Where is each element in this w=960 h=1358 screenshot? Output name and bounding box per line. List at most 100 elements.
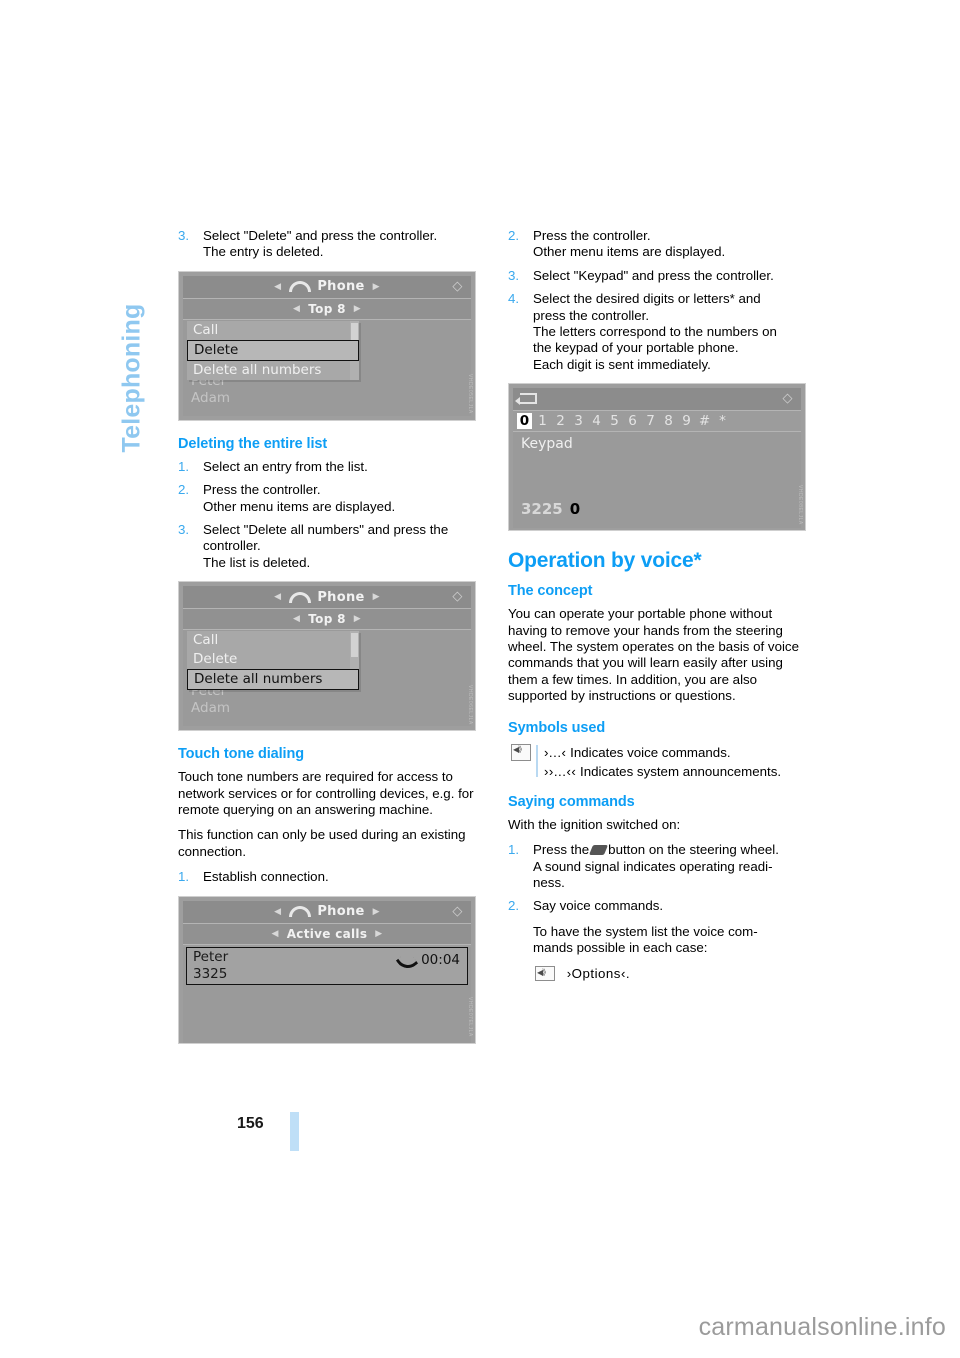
step-text: Establish connection. bbox=[203, 869, 329, 885]
step-number: 1. bbox=[178, 458, 190, 474]
keypad-key: 8 bbox=[664, 413, 673, 430]
saying-commands-steps: 1. Press the button on the steering wheel… bbox=[508, 842, 806, 915]
step-text: Other menu items are displayed. bbox=[533, 244, 726, 260]
step-text: A sound signal indicates operating readi… bbox=[533, 858, 773, 874]
menu-item-delete-all: Delete all numbers bbox=[193, 361, 322, 378]
heading-the-concept: The concept bbox=[508, 583, 593, 600]
step-text: mands possible in each case: bbox=[533, 940, 708, 956]
context-menu: Call Delete Delete all numbers bbox=[187, 320, 359, 380]
nav-diamond-icon: ◇ bbox=[452, 589, 463, 605]
step-number: 3. bbox=[178, 228, 190, 243]
step-text: Select "Keypad" and press the controller… bbox=[533, 267, 774, 283]
caller-name: Peter bbox=[193, 948, 229, 965]
current-digit: 0 bbox=[569, 500, 581, 519]
chapter-tab-label: Telephoning bbox=[117, 303, 146, 453]
keypad-key: # bbox=[698, 413, 711, 430]
left-arrow-icon: ◀ bbox=[274, 281, 282, 292]
touch-tone-paragraph-2: This function can only be used during an… bbox=[178, 827, 466, 859]
screenshot-title: Phone bbox=[317, 279, 365, 295]
step-text-pre: Press the bbox=[533, 842, 590, 858]
heading-deleting-entire-list: Deleting the entire list bbox=[178, 435, 328, 452]
keypad-key: * bbox=[719, 413, 726, 430]
screenshot-delete-all-menu: ◀ Phone ▶ ◇ ◀ Top 8 ▶ Peter Adam Call De… bbox=[178, 581, 476, 732]
figure-id: VHDE06ELJLA bbox=[467, 684, 473, 725]
symbol-description: Indicates voice commands. bbox=[570, 744, 731, 760]
heading-operation-by-voice: Operation by voice* bbox=[508, 549, 702, 573]
screenshot-title: Phone bbox=[317, 589, 365, 605]
figure-id: VHDE08ELJLA bbox=[797, 484, 803, 525]
context-menu: Call Delete Delete all numbers bbox=[187, 631, 359, 691]
screenshot-subtitle-bar: ◀ Active calls ▶ bbox=[183, 923, 471, 945]
page-edge-marker bbox=[290, 1112, 299, 1151]
keypad-key: 0 bbox=[517, 413, 532, 430]
step-number: 4. bbox=[508, 291, 520, 307]
delete-entry-steps: 3. Select "Delete" and press the control… bbox=[178, 228, 476, 261]
menu-item-delete: Delete bbox=[193, 651, 238, 668]
options-command-text: ›Options‹. bbox=[566, 965, 631, 981]
keypad-title: Keypad bbox=[521, 436, 573, 453]
step-text: press the controller. bbox=[533, 307, 650, 323]
voice-button-icon bbox=[589, 845, 609, 856]
symbol-mark: ›...‹ bbox=[544, 744, 567, 760]
step-text: Select an entry from the list. bbox=[203, 458, 368, 474]
figure-id: VHDE07ELJLA bbox=[467, 997, 473, 1037]
keypad-key: 9 bbox=[682, 413, 691, 430]
step-item: 4. Select the desired digits or letters*… bbox=[508, 291, 806, 373]
page-number: 156 bbox=[237, 1115, 264, 1132]
screenshot-subtitle: Active calls bbox=[286, 926, 368, 941]
options-command-row: ›Options‹. bbox=[508, 965, 806, 982]
step-text: Say voice commands. bbox=[533, 898, 664, 914]
delete-list-steps: 1. Select an entry from the list. 2. Pre… bbox=[178, 459, 476, 571]
step-text: ness. bbox=[533, 874, 565, 890]
call-handset-icon bbox=[395, 950, 419, 973]
left-arrow-icon: ◀ bbox=[293, 303, 301, 314]
right-arrow-icon: ▶ bbox=[375, 928, 383, 939]
touch-tone-paragraph-1: Touch tone numbers are required for acce… bbox=[178, 769, 474, 818]
symbol-description: Indicates system announcements. bbox=[580, 763, 782, 779]
caller-info: Peter 3325 bbox=[193, 949, 228, 983]
right-arrow-icon: ▶ bbox=[372, 906, 380, 917]
step-text: The letters correspond to the numbers on bbox=[533, 324, 777, 340]
screenshot-title-bar: ◇ bbox=[513, 388, 801, 412]
step-text-post: button on the steering wheel. bbox=[608, 842, 779, 858]
right-column: 2. Press the controller. Other menu item… bbox=[508, 228, 806, 982]
step-item: 3. Select "Delete all numbers" and press… bbox=[178, 522, 476, 571]
menu-item-delete: Delete bbox=[187, 339, 359, 361]
step-text: The entry is deleted. bbox=[203, 244, 324, 260]
symbol-row: ›...‹ Indicates voice commands. bbox=[544, 743, 806, 762]
step-text: Select "Delete all numbers" and press th… bbox=[203, 522, 449, 538]
right-arrow-icon: ▶ bbox=[353, 614, 361, 625]
keypad-key: 1 bbox=[538, 413, 547, 430]
screenshot-subtitle: Top 8 bbox=[308, 301, 346, 316]
left-column: 3. Select "Delete" and press the control… bbox=[178, 228, 476, 1058]
step-text: Press the button on the steering wheel. bbox=[533, 842, 806, 858]
step-number: 2. bbox=[508, 898, 520, 914]
nav-diamond-icon: ◇ bbox=[452, 278, 463, 294]
step-number: 3. bbox=[178, 522, 190, 538]
touch-tone-steps: 1. Establish connection. bbox=[178, 869, 476, 885]
step-item: 2. Press the controller. Other menu item… bbox=[178, 482, 476, 515]
heading-saying-commands: Saying commands bbox=[508, 793, 635, 810]
step-text: Press the controller. bbox=[203, 482, 321, 498]
saying-intro: With the ignition switched on: bbox=[508, 816, 681, 832]
list-item: Adam bbox=[191, 700, 230, 717]
keypad-key: 5 bbox=[610, 413, 619, 430]
heading-touch-tone-dialing: Touch tone dialing bbox=[178, 746, 305, 763]
step-text: the keypad of your portable phone. bbox=[533, 340, 739, 356]
step-text: controller. bbox=[203, 538, 261, 554]
step-item: 1. Select an entry from the list. bbox=[178, 459, 476, 475]
screenshot-body: Peter 3325 00:04 bbox=[183, 946, 471, 1043]
right-arrow-icon: ▶ bbox=[353, 303, 361, 314]
screenshot-subtitle: Top 8 bbox=[308, 612, 346, 627]
step-item: 3. Select "Delete" and press the control… bbox=[178, 228, 476, 261]
screenshot-body: Peter Adam Call Delete Delete all number… bbox=[183, 319, 471, 416]
symbols-legend: ›...‹ Indicates voice commands. ››...‹‹ … bbox=[508, 743, 806, 781]
step-text: Press the controller. bbox=[533, 228, 651, 243]
figure-id: VHDE05ELJLA bbox=[467, 374, 473, 414]
concept-paragraph: You can operate your portable phone with… bbox=[508, 606, 799, 704]
step-text: Other menu items are displayed. bbox=[203, 498, 396, 514]
step-item: 2. Say voice commands. bbox=[508, 898, 806, 914]
step-number: 2. bbox=[178, 482, 190, 498]
caller-number: 3325 bbox=[193, 965, 228, 982]
symbol-row: ››...‹‹ Indicates system announcements. bbox=[544, 762, 806, 781]
